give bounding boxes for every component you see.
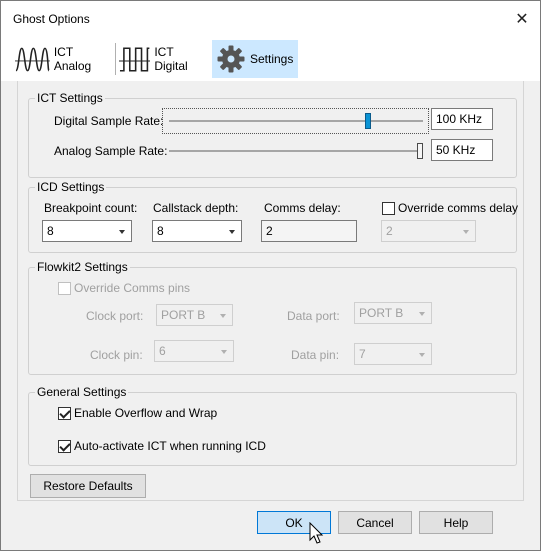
gear-icon [217, 45, 245, 73]
select-value: PORT B [359, 306, 404, 320]
override-comms-pins-checkbox: Override Comms pins [58, 281, 190, 295]
select-value: 6 [159, 344, 166, 358]
tab-bar: ICT Analog ICT Digital Settings [1, 37, 540, 81]
chevron-down-icon [221, 350, 227, 354]
tab-label: ICT Digital [154, 45, 188, 73]
comms-delay-input[interactable]: 2 [261, 220, 357, 242]
icd-settings-group: ICD Settings Breakpoint count: 8 Callsta… [28, 180, 518, 253]
callstack-depth-label: Callstack depth: [153, 201, 239, 215]
clock-port-label: Clock port: [86, 309, 144, 323]
digital-sample-rate-label: Digital Sample Rate: [54, 114, 164, 128]
override-comms-delay-checkbox[interactable]: Override comms delay [382, 201, 518, 215]
slider-track [169, 150, 423, 152]
breakpoint-count-label: Breakpoint count: [44, 201, 138, 215]
select-value: PORT B [161, 308, 206, 322]
ict-settings-group: ICT Settings Digital Sample Rate: 100 KH… [28, 91, 517, 178]
general-settings-group: General Settings Enable Overflow and Wra… [28, 385, 517, 466]
data-pin-select: 7 [354, 343, 432, 365]
checkbox-label: Override comms delay [398, 201, 519, 215]
analog-sample-rate-value: 50 KHz [431, 139, 493, 161]
chevron-down-icon [419, 353, 425, 357]
help-button[interactable]: Help [419, 511, 493, 534]
tab-ict-analog[interactable]: ICT Analog [15, 40, 111, 78]
slider-track [169, 120, 423, 122]
digital-wave-icon [119, 47, 151, 72]
tab-label: Settings [250, 52, 294, 66]
tab-settings[interactable]: Settings [212, 40, 298, 78]
select-value: 8 [157, 224, 164, 238]
clock-port-select: PORT B [156, 304, 233, 326]
window-title: Ghost Options [13, 12, 90, 26]
digital-sample-rate-slider[interactable] [169, 111, 423, 131]
data-pin-label: Data pin: [291, 348, 340, 362]
title-bar: Ghost Options ✕ [1, 1, 540, 37]
select-value: 2 [386, 224, 393, 238]
clock-pin-label: Clock pin: [90, 348, 143, 362]
flowkit2-settings-group: Flowkit2 Settings Override Comms pins Cl… [28, 260, 517, 375]
mouse-pointer-icon [309, 522, 324, 544]
ghost-options-dialog: Ghost Options ✕ ICT Analog ICT Digital S… [0, 0, 541, 551]
restore-defaults-button[interactable]: Restore Defaults [30, 474, 146, 498]
clock-pin-select: 6 [154, 340, 234, 362]
chevron-down-icon [229, 230, 235, 234]
checkbox-label: Auto-activate ICT when running ICD [74, 439, 266, 453]
tab-label: ICT Analog [53, 45, 92, 73]
chevron-down-icon [463, 230, 469, 234]
group-title: ICT Settings [35, 91, 105, 105]
slider-thumb[interactable] [365, 113, 371, 129]
chevron-down-icon [220, 314, 226, 318]
checkbox-box [382, 201, 395, 215]
breakpoint-count-select[interactable]: 8 [42, 220, 132, 242]
checkbox-box [58, 406, 71, 420]
callstack-depth-select[interactable]: 8 [152, 220, 242, 242]
checkbox-box [58, 439, 71, 453]
checkbox-label: Override Comms pins [74, 281, 191, 295]
group-title: ICD Settings [35, 180, 107, 194]
checkbox-label: Enable Overflow and Wrap [74, 406, 218, 420]
data-port-label: Data port: [287, 309, 340, 323]
digital-sample-rate-value: 100 KHz [431, 108, 493, 130]
cancel-button[interactable]: Cancel [338, 511, 412, 534]
select-value: 8 [47, 224, 54, 238]
tab-ict-digital[interactable]: ICT Digital [119, 40, 209, 78]
close-icon: ✕ [515, 11, 529, 28]
auto-activate-ict-checkbox[interactable]: Auto-activate ICT when running ICD [58, 439, 266, 453]
checkbox-box [58, 281, 71, 295]
analog-wave-icon [15, 47, 50, 72]
settings-panel: ICT Settings Digital Sample Rate: 100 KH… [17, 81, 524, 501]
override-comms-delay-select: 2 [381, 220, 476, 242]
tab-divider [115, 43, 116, 75]
group-title: General Settings [35, 385, 129, 399]
comms-delay-label: Comms delay: [264, 201, 341, 215]
enable-overflow-wrap-checkbox[interactable]: Enable Overflow and Wrap [58, 406, 217, 420]
chevron-down-icon [419, 312, 425, 316]
select-value: 7 [359, 347, 366, 361]
chevron-down-icon [119, 230, 125, 234]
slider-thumb[interactable] [417, 143, 423, 159]
data-port-select: PORT B [354, 302, 432, 324]
group-title: Flowkit2 Settings [35, 260, 130, 274]
analog-sample-rate-slider[interactable] [169, 141, 423, 161]
close-button[interactable]: ✕ [504, 1, 540, 37]
analog-sample-rate-label: Analog Sample Rate: [54, 144, 168, 158]
